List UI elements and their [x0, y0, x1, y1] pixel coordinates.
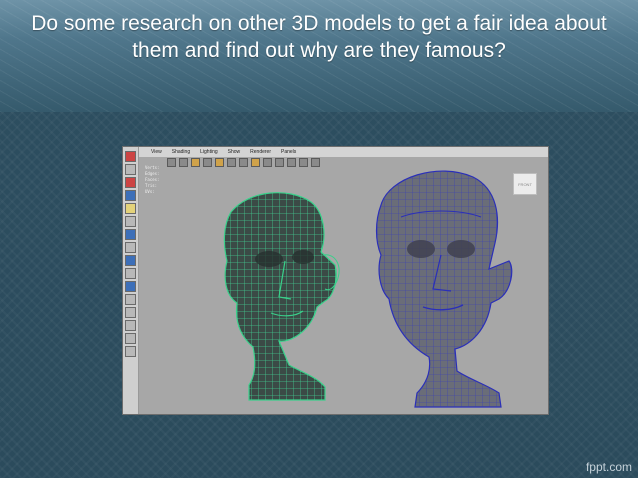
- green-wireframe-head: [223, 192, 340, 401]
- move-tool-icon: [125, 190, 136, 201]
- menu-view: View: [151, 149, 162, 155]
- layout-icon: [125, 242, 136, 253]
- maya-viewport-screenshot: View Shading Lighting Show Renderer Pane…: [123, 147, 548, 414]
- menu-panels: Panels: [281, 149, 297, 155]
- manipulator-tool-icon: [125, 229, 136, 240]
- layout-icon: [125, 281, 136, 292]
- panel-menubar: View Shading Lighting Show Renderer Pane…: [139, 147, 548, 157]
- menu-renderer: Renderer: [250, 149, 271, 155]
- menu-shading: Shading: [171, 149, 191, 155]
- watermark: fppt.com: [585, 460, 632, 474]
- layout-icon: [125, 255, 136, 266]
- layout-icon: [125, 268, 136, 279]
- head-models: [223, 170, 513, 408]
- menu-lighting: Lighting: [200, 149, 218, 155]
- layout-icon: [125, 307, 136, 318]
- layout-icon: [125, 346, 136, 357]
- slide-background: Do some research on other 3D models to g…: [0, 0, 638, 478]
- slide-title: Do some research on other 3D models to g…: [31, 12, 607, 62]
- grey-wireframe-head: [375, 170, 513, 408]
- menu-show: Show: [227, 149, 241, 155]
- select-tool-icon: [125, 151, 136, 162]
- paint-tool-icon: [125, 177, 136, 188]
- scale-tool-icon: [125, 216, 136, 227]
- tool-sidebar: [123, 147, 139, 414]
- rotate-tool-icon: [125, 203, 136, 214]
- layout-icon: [125, 294, 136, 305]
- layout-icon: [125, 333, 136, 344]
- lasso-tool-icon: [125, 164, 136, 175]
- layout-icon: [125, 320, 136, 331]
